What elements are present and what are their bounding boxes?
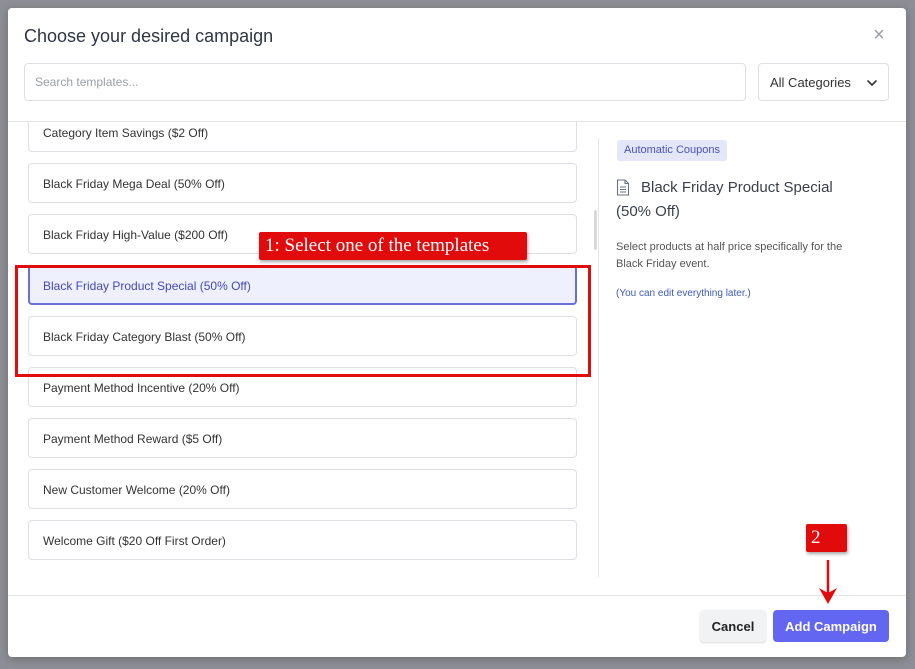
template-item[interactable]: New Customer Welcome (20% Off) [28, 469, 577, 509]
template-item-label: Welcome Gift ($20 Off First Order) [43, 534, 226, 548]
category-select[interactable]: All Categories [758, 63, 889, 101]
template-item-label: New Customer Welcome (20% Off) [43, 483, 230, 497]
arrow-down-icon [819, 560, 837, 604]
footer-divider [8, 595, 906, 596]
template-item-label: Black Friday High-Value ($200 Off) [43, 228, 228, 242]
annotation-highlight-box [15, 265, 591, 377]
template-item[interactable]: Black Friday Mega Deal (50% Off) [28, 163, 577, 203]
template-item-label: Payment Method Incentive (20% Off) [43, 381, 240, 395]
template-item[interactable]: Welcome Gift ($20 Off First Order) [28, 520, 577, 560]
category-badge: Automatic Coupons [617, 140, 727, 161]
chevron-down-icon [867, 80, 877, 86]
close-icon[interactable]: × [870, 25, 888, 45]
panel-divider [598, 138, 599, 577]
detail-title: Black Friday Product Special (50% Off) [616, 179, 833, 220]
detail-note: (You can edit everything later.) [616, 288, 751, 299]
add-campaign-button[interactable]: Add Campaign [773, 610, 889, 642]
template-item[interactable]: Category Item Savings ($2 Off) [28, 122, 577, 152]
template-item[interactable]: Payment Method Reward ($5 Off) [28, 418, 577, 458]
dialog-title: Choose your desired campaign [24, 26, 274, 46]
category-select-value: All Categories [770, 75, 851, 90]
template-item-label: Category Item Savings ($2 Off) [43, 126, 209, 140]
annotation-step-2: 2 [806, 524, 847, 552]
template-item-label: Black Friday Mega Deal (50% Off) [43, 177, 225, 191]
template-item-label: Payment Method Reward ($5 Off) [43, 432, 223, 446]
cancel-button[interactable]: Cancel [700, 610, 766, 642]
list-scrollbar[interactable] [594, 210, 597, 250]
detail-description: Select products at half price specifical… [616, 241, 843, 270]
annotation-step-1: 1: Select one of the templates [259, 232, 527, 260]
search-input[interactable] [24, 63, 746, 101]
